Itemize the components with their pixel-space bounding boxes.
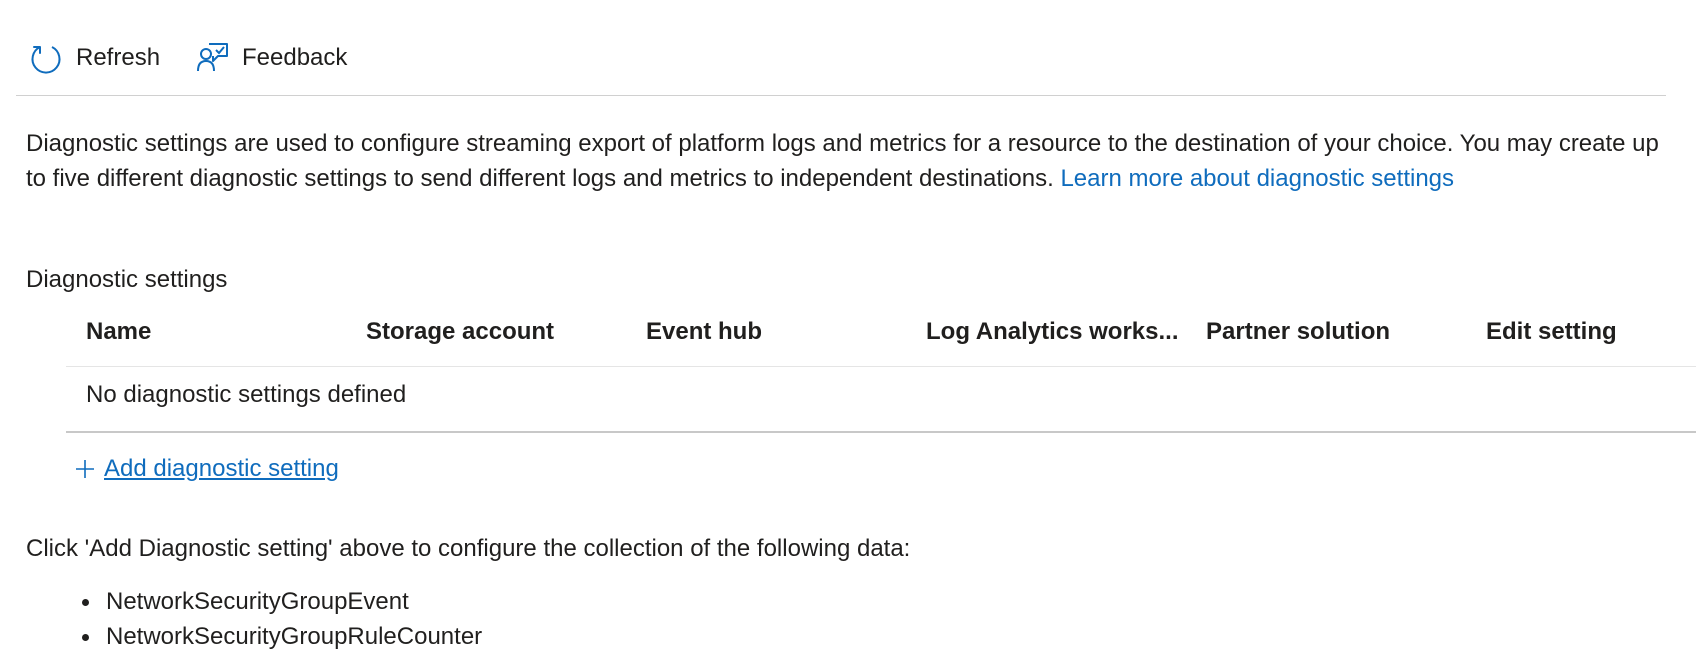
feedback-icon (194, 40, 230, 76)
feedback-button[interactable]: Feedback (194, 38, 347, 78)
refresh-label: Refresh (76, 44, 161, 71)
feedback-label: Feedback (242, 44, 348, 71)
diagnostic-settings-table: Name Storage account Event hub Log Analy… (66, 310, 1696, 433)
column-header-event-hub: Event hub (646, 318, 763, 345)
column-header-partner-solution: Partner solution (1206, 318, 1391, 345)
toolbar: Refresh Feedback (16, 0, 1666, 96)
list-item: NetworkSecurityGroupRuleCounter (78, 619, 482, 654)
learn-more-link[interactable]: Learn more about diagnostic settings (1060, 165, 1454, 192)
info-text: Click 'Add Diagnostic setting' above to … (26, 535, 911, 562)
add-diagnostic-setting-label: Add diagnostic setting (104, 455, 339, 482)
table-header: Name Storage account Event hub Log Analy… (66, 310, 1696, 367)
column-header-edit-setting: Edit setting (1486, 318, 1617, 345)
empty-state-message: No diagnostic settings defined (86, 381, 407, 408)
data-collection-list: NetworkSecurityGroupEvent NetworkSecurit… (78, 584, 482, 654)
column-header-log-analytics: Log Analytics works... (926, 318, 1179, 345)
add-diagnostic-setting-button[interactable]: Add diagnostic setting (74, 455, 339, 483)
empty-state-row: No diagnostic settings defined (66, 367, 1696, 433)
refresh-button[interactable]: Refresh (28, 38, 160, 78)
section-title: Diagnostic settings (26, 266, 228, 293)
refresh-icon (28, 40, 64, 76)
column-header-name: Name (86, 318, 152, 345)
description: Diagnostic settings are used to configur… (26, 126, 1666, 196)
plus-icon (74, 458, 96, 480)
list-item: NetworkSecurityGroupEvent (78, 584, 482, 619)
column-header-storage-account: Storage account (366, 318, 555, 345)
